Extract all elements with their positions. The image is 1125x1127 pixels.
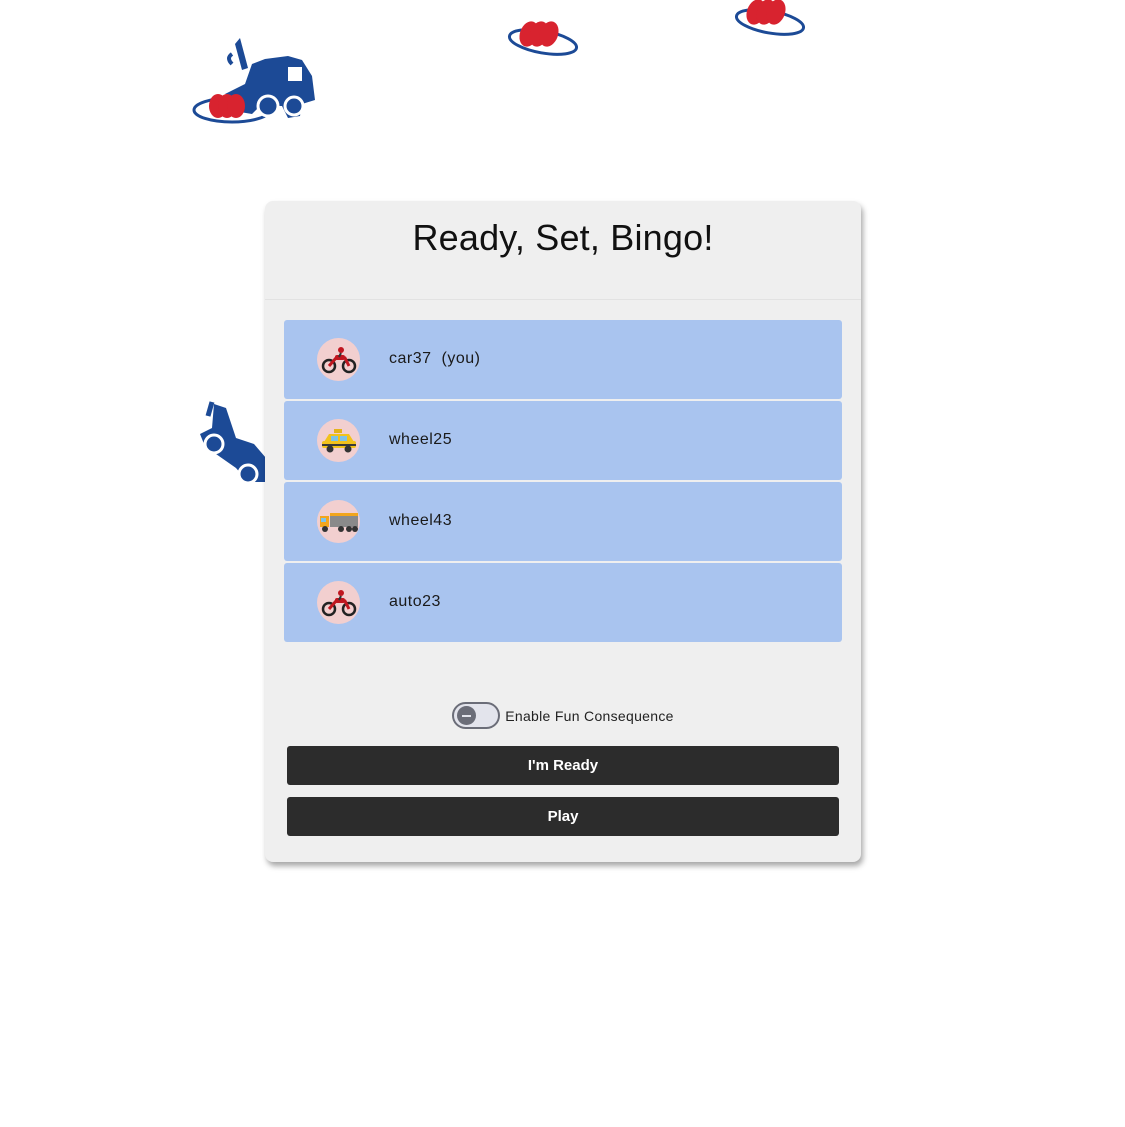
player-name-text: wheel25 xyxy=(389,431,453,448)
player-row: auto23 xyxy=(284,563,842,642)
player-name-text: car37 xyxy=(389,350,432,367)
taxi-icon xyxy=(317,419,360,462)
player-row: wheel43 xyxy=(284,482,842,561)
player-name: wheel43 xyxy=(389,512,452,530)
aaa-logo-icon xyxy=(734,0,806,36)
player-name-text: wheel43 xyxy=(389,512,453,529)
fun-consequence-toggle[interactable] xyxy=(452,702,501,729)
toggle-knob xyxy=(457,706,477,725)
motorcycle-icon xyxy=(317,338,360,381)
page-title: Ready, Set, Bingo! xyxy=(412,217,714,258)
tow-truck-logo-icon xyxy=(192,38,315,124)
fun-consequence-toggle-row: Enable Fun Consequence xyxy=(265,702,861,729)
player-name: wheel25 xyxy=(389,431,452,449)
player-name-text: auto23 xyxy=(389,593,441,610)
tow-truck-partial-icon xyxy=(200,401,266,485)
play-button[interactable]: Play xyxy=(287,797,839,836)
ready-button[interactable]: I'm Ready xyxy=(287,746,839,785)
player-row: car37 (you) xyxy=(284,320,842,399)
card-header: Ready, Set, Bingo! xyxy=(265,201,861,300)
you-tag: (you) xyxy=(441,350,481,367)
player-list: car37 (you) wheel25 wheel43 auto23 xyxy=(284,320,842,644)
player-row: wheel25 xyxy=(284,401,842,480)
aaa-logo-icon xyxy=(507,21,579,56)
toggle-label: Enable Fun Consequence xyxy=(505,707,674,724)
player-name: auto23 xyxy=(389,593,441,611)
truck-icon xyxy=(317,500,360,543)
motorcycle-icon xyxy=(317,581,360,624)
lobby-card: Ready, Set, Bingo! car37 (you) wheel25 w… xyxy=(265,201,861,862)
minus-icon xyxy=(462,714,472,717)
player-name: car37 (you) xyxy=(389,350,480,368)
